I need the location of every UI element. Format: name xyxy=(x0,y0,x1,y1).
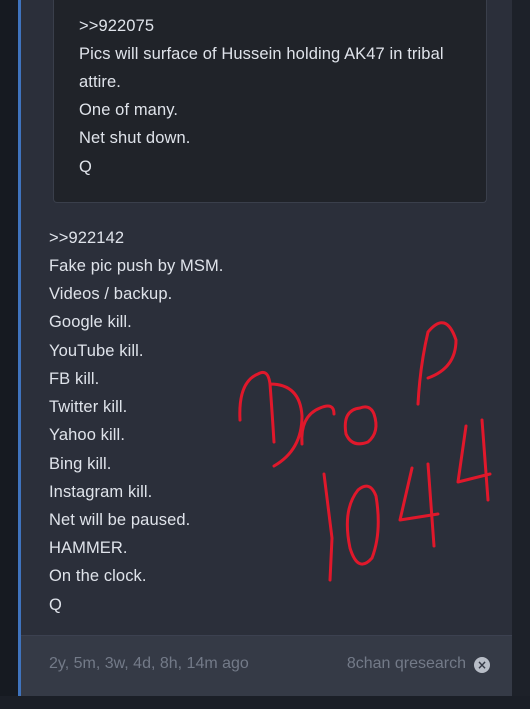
quoted-post-line: attire. xyxy=(79,73,121,91)
main-post-line: FB kill. xyxy=(49,370,100,388)
left-edge xyxy=(0,0,18,709)
main-post-line: Bing kill. xyxy=(49,455,112,473)
close-circle-icon[interactable]: × xyxy=(474,657,490,673)
post-timestamp: 2y, 5m, 3w, 4d, 8h, 14m ago xyxy=(49,655,249,672)
main-post-signature: Q xyxy=(49,596,62,614)
main-post-line: Videos / backup. xyxy=(49,285,173,303)
quoted-post-line: One of many. xyxy=(79,101,179,119)
main-post-line: YouTube kill. xyxy=(49,342,144,360)
screen: >>922075 Pics will surface of Hussein ho… xyxy=(0,0,530,709)
quoted-post-line: Pics will surface of Hussein holding AK4… xyxy=(79,45,444,63)
main-post-line: Google kill. xyxy=(49,313,132,331)
quoted-post-line: Net shut down. xyxy=(79,129,191,147)
quoted-post: >>922075 Pics will surface of Hussein ho… xyxy=(53,0,487,203)
quoted-post-reference-link[interactable]: >>922075 xyxy=(79,17,154,36)
main-post-line: Net will be paused. xyxy=(49,511,191,529)
main-post-line: HAMMER. xyxy=(49,539,128,557)
main-post-line: On the clock. xyxy=(49,567,147,585)
quoted-post-signature: Q xyxy=(79,158,92,176)
main-post-line: Yahoo kill. xyxy=(49,426,126,444)
main-post-line: Fake pic push by MSM. xyxy=(49,257,224,275)
main-post-reference-link[interactable]: >>922142 xyxy=(49,229,124,248)
bottom-strip xyxy=(0,696,530,709)
main-post-line: Instagram kill. xyxy=(49,483,153,501)
post-card: >>922075 Pics will surface of Hussein ho… xyxy=(18,0,512,696)
post-footer: 2y, 5m, 3w, 4d, 8h, 14m ago 8chan qresea… xyxy=(21,635,512,696)
post-source-link[interactable]: 8chan qresearch xyxy=(347,655,466,673)
main-post-line: Twitter kill. xyxy=(49,398,128,416)
